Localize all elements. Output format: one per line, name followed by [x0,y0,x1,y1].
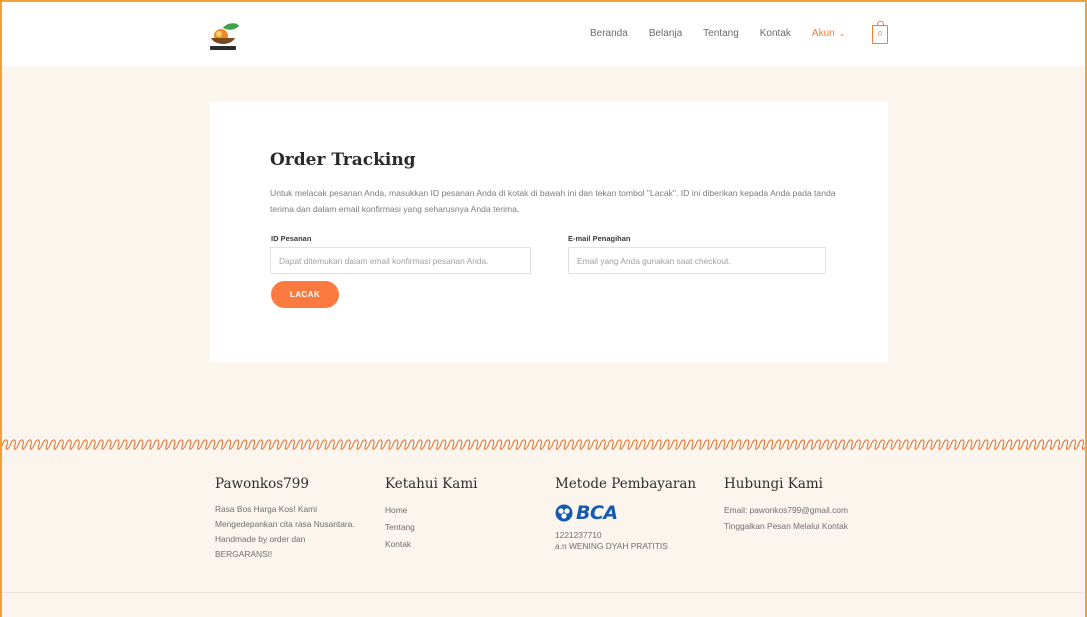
nav-item-akun[interactable]: Akun ⌄ [812,28,846,39]
page-title: Order Tracking [270,150,416,170]
footer-divider [2,592,1085,593]
main-nav: Beranda Belanja Tentang Kontak Akun ⌄ [590,28,866,39]
email-input[interactable] [568,247,826,274]
footer-link-tentang[interactable]: Tentang [385,519,525,536]
footer-contact-message[interactable]: Tinggalkan Pesan Melalui Kontak [724,518,904,534]
footer-contact-title: Hubungi Kami [724,476,824,492]
order-tracking-card: Order Tracking Untuk melacak pesanan And… [210,102,888,362]
chevron-down-icon: ⌄ [838,29,846,38]
bank-account-number: 1221237710 [555,530,602,540]
footer-about: Pawonkos799 Rasa Bos Harga Kos! Kami Men… [215,476,365,562]
lacak-button[interactable]: LACAK [271,281,339,308]
logo[interactable] [205,22,241,52]
footer-links: Ketahui Kami Home Tentang Kontak [385,476,525,553]
footer-payment-title: Metode Pembayaran [555,476,697,492]
nav-item-kontak[interactable]: Kontak [760,28,791,39]
footer-contact-email[interactable]: Email: pawonkos799@gmail.com [724,502,904,518]
nav-account-label: Akun [811,28,835,39]
order-id-input[interactable] [270,247,531,274]
email-label: E-mail Penagihan [568,234,631,243]
bca-wordmark: BCA [576,502,618,524]
footer-payment: Metode Pembayaran BCA 1221237710 a.n WEN… [555,476,715,552]
tracking-description: Untuk melacak pesanan Anda, masukkan ID … [270,188,836,214]
footer-link-home[interactable]: Home [385,502,525,519]
footer-about-title: Pawonkos799 [215,476,309,492]
bca-logo: BCA [555,502,715,524]
cart-icon[interactable]: 0 [872,21,888,44]
footer-links-title: Ketahui Kami [385,476,478,492]
footer-link-kontak[interactable]: Kontak [385,536,525,553]
footer-about-text: Rasa Bos Harga Kos! Kami Mengedepankan c… [215,504,355,559]
nav-item-beranda[interactable]: Beranda [590,28,628,39]
cart-count: 0 [878,31,882,38]
footer-contact: Hubungi Kami Email: pawonkos799@gmail.co… [724,476,904,534]
bca-emblem-icon [555,504,573,522]
site-header: Beranda Belanja Tentang Kontak Akun ⌄ 0 [2,2,1085,66]
wave-divider [2,439,1085,450]
order-id-label: ID Pesanan [271,234,312,243]
nav-item-belanja[interactable]: Belanja [649,28,682,39]
page-frame: Beranda Belanja Tentang Kontak Akun ⌄ 0 … [0,0,1087,617]
bank-account-holder: a.n WENING DYAH PRATITIS [555,541,668,551]
nav-item-tentang[interactable]: Tentang [703,28,739,39]
